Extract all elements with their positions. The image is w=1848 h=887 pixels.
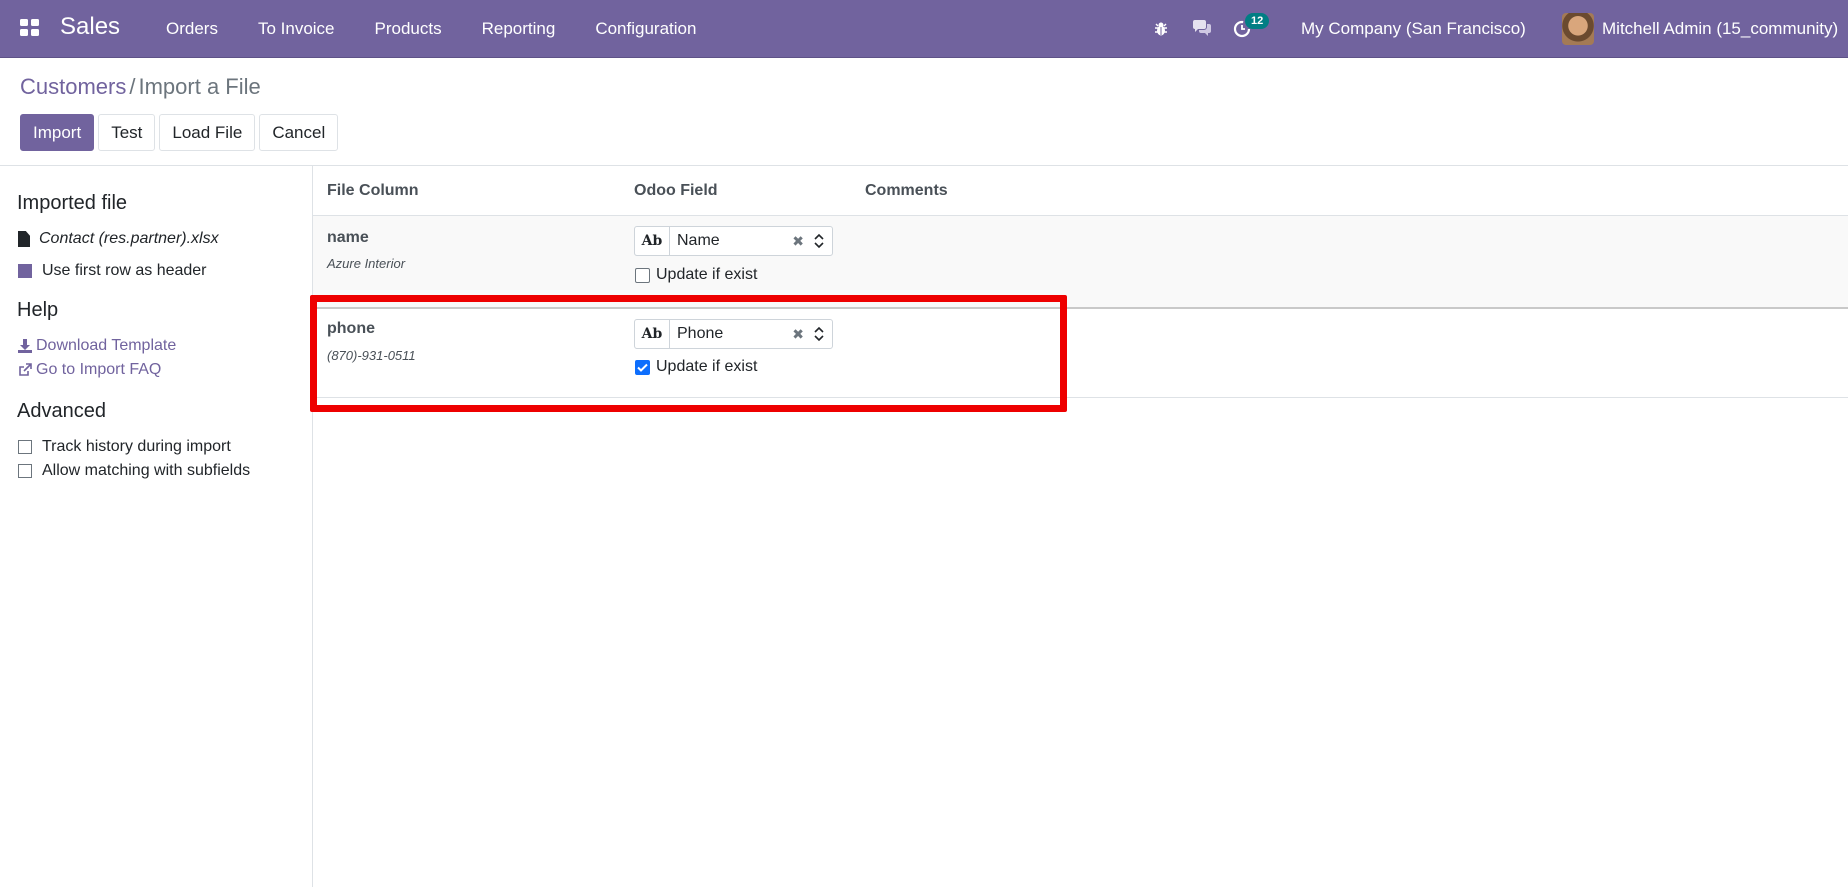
- first-row-header-label: Use first row as header: [42, 262, 207, 279]
- user-name: Mitchell Admin (15_community): [1602, 18, 1839, 38]
- column-sample: Azure Interior: [327, 256, 406, 271]
- chevron-updown-icon: [814, 233, 824, 249]
- first-row-header-option[interactable]: Use first row as header: [18, 262, 207, 280]
- bug-icon[interactable]: [1153, 0, 1169, 57]
- menu-orders[interactable]: Orders: [146, 0, 238, 57]
- imported-file-row: Contact (res.partner).xlsx: [18, 230, 219, 248]
- import-faq-link[interactable]: Go to Import FAQ: [18, 361, 161, 379]
- chat-icon[interactable]: [1192, 0, 1212, 57]
- allow-subfields-label: Allow matching with subfields: [42, 462, 251, 479]
- update-if-exist-name[interactable]: Update if exist: [635, 266, 757, 284]
- header-comments: Comments: [865, 182, 948, 199]
- first-row-header-checkbox[interactable]: [18, 264, 32, 278]
- allow-subfields-option[interactable]: Allow matching with subfields: [18, 462, 250, 480]
- imported-file-heading: Imported file: [17, 192, 128, 214]
- track-history-checkbox[interactable]: [18, 440, 32, 454]
- allow-subfields-checkbox[interactable]: [18, 464, 32, 478]
- apps-grid-icon[interactable]: [20, 19, 40, 37]
- user-menu[interactable]: Mitchell Admin (15_community): [1562, 0, 1838, 57]
- update-if-exist-checkbox[interactable]: [635, 267, 650, 283]
- main-menu: Orders To Invoice Products Reporting Con…: [146, 0, 716, 57]
- download-icon: [18, 339, 32, 353]
- column-name: name: [327, 229, 369, 246]
- menu-configuration[interactable]: Configuration: [575, 0, 716, 57]
- import-button[interactable]: Import: [20, 114, 95, 151]
- breadcrumb-customers[interactable]: Customers: [20, 74, 126, 99]
- table-row: name Azure Interior Ab Name ✖ Update if …: [313, 216, 1848, 307]
- track-history-option[interactable]: Track history during import: [18, 438, 231, 456]
- char-type-icon: Ab: [635, 227, 670, 255]
- menu-reporting[interactable]: Reporting: [462, 0, 576, 57]
- top-navbar: Sales Orders To Invoice Products Reporti…: [0, 0, 1848, 58]
- field-value: Name: [677, 232, 720, 249]
- cancel-button[interactable]: Cancel: [259, 114, 339, 151]
- import-actions: Import Test Load File Cancel: [20, 114, 339, 151]
- highlight-box: [310, 295, 1067, 412]
- field-select-name[interactable]: Ab Name ✖: [634, 226, 833, 256]
- import-sidebar: Imported file Contact (res.partner).xlsx…: [0, 166, 313, 887]
- file-name: Contact (res.partner).xlsx: [39, 230, 219, 247]
- menu-to-invoice[interactable]: To Invoice: [238, 0, 355, 57]
- download-template-link[interactable]: Download Template: [18, 337, 176, 355]
- activity-count-badge: 12: [1245, 13, 1270, 29]
- company-switcher[interactable]: My Company (San Francisco): [1301, 0, 1526, 57]
- avatar: [1562, 12, 1594, 45]
- menu-products[interactable]: Products: [355, 0, 462, 57]
- external-link-icon: [19, 363, 32, 376]
- breadcrumb: Customers / Import a File: [20, 74, 261, 100]
- file-icon: [18, 231, 30, 247]
- track-history-label: Track history during import: [42, 438, 231, 455]
- field-mapping-table: File Column Odoo Field Comments name Azu…: [313, 166, 1848, 887]
- header-file-column: File Column: [327, 182, 419, 199]
- clear-icon[interactable]: ✖: [792, 233, 804, 250]
- activity-clock-icon[interactable]: [1233, 0, 1251, 57]
- update-if-exist-label: Update if exist: [656, 266, 758, 283]
- app-name[interactable]: Sales: [60, 13, 120, 41]
- header-odoo-field: Odoo Field: [634, 182, 718, 199]
- breadcrumb-separator: /: [129, 74, 136, 99]
- page-title: Import a File: [138, 74, 261, 99]
- import-faq-label: Go to Import FAQ: [36, 361, 162, 378]
- test-button[interactable]: Test: [98, 114, 156, 151]
- advanced-heading: Advanced: [17, 400, 106, 422]
- download-template-label: Download Template: [36, 337, 177, 354]
- help-heading: Help: [17, 299, 59, 321]
- load-file-button[interactable]: Load File: [159, 114, 256, 151]
